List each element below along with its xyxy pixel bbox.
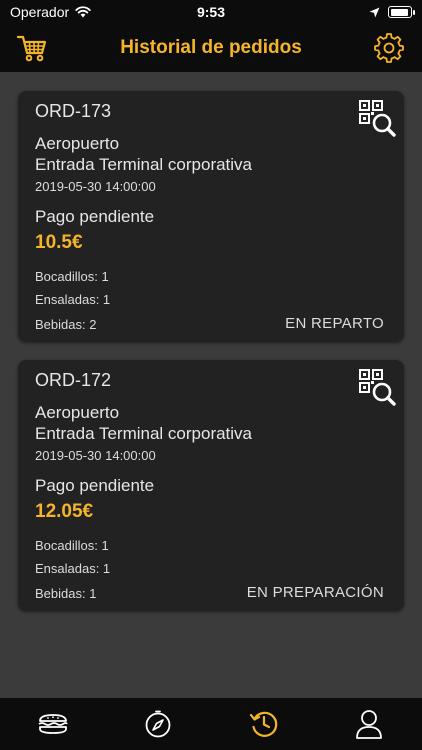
order-price: 10.5€ xyxy=(35,232,83,253)
tab-profile[interactable] xyxy=(349,704,389,744)
order-id: ORD-172 xyxy=(35,370,112,390)
order-item-line: Bocadillos: 1 xyxy=(35,538,109,553)
order-item-line: Bocadillos: 1 xyxy=(35,269,109,284)
tab-history[interactable] xyxy=(244,704,284,744)
order-item-line: Ensaladas: 1 xyxy=(35,292,111,307)
order-place: Aeropuerto xyxy=(35,134,120,153)
order-payment-status: Pago pendiente xyxy=(35,476,155,495)
status-left: Operador xyxy=(10,4,91,20)
carrier-label: Operador xyxy=(10,4,70,20)
qr-search-icon[interactable] xyxy=(358,368,396,406)
nav-bar: Historial de pedidos xyxy=(0,24,422,72)
battery-icon xyxy=(388,6,415,18)
gear-icon[interactable] xyxy=(374,33,404,63)
order-entry: Entrada Terminal corporativa xyxy=(35,424,253,443)
order-delivery-status: EN PREPARACIÓN xyxy=(246,584,384,601)
order-card[interactable]: ORD-173 Aeropuerto Entrada Terminal corp… xyxy=(18,91,404,342)
order-entry: Entrada Terminal corporativa xyxy=(35,155,253,174)
order-id: ORD-173 xyxy=(35,101,112,121)
status-right xyxy=(369,6,415,18)
battery-fill xyxy=(390,8,408,16)
history-icon xyxy=(249,711,278,737)
user-icon xyxy=(356,710,383,739)
qr-search-icon[interactable] xyxy=(358,99,396,137)
page-title: Historial de pedidos xyxy=(120,37,302,58)
tab-bar xyxy=(0,698,422,750)
order-price: 12.05€ xyxy=(35,501,94,522)
location-arrow-icon xyxy=(369,7,380,17)
cart-icon[interactable] xyxy=(16,32,48,64)
order-item-line: Ensaladas: 1 xyxy=(35,561,111,576)
order-item-line: Bebidas: 2 xyxy=(35,317,97,332)
order-datetime: 2019-05-30 14:00:00 xyxy=(35,179,156,194)
wifi-icon xyxy=(75,6,91,18)
compass-icon xyxy=(145,710,171,738)
tab-menu[interactable] xyxy=(33,704,73,744)
order-delivery-status: EN REPARTO xyxy=(285,315,384,332)
order-place: Aeropuerto xyxy=(35,403,120,422)
order-card[interactable]: ORD-172 Aeropuerto Entrada Terminal corp… xyxy=(18,360,404,611)
order-item-line: Bebidas: 1 xyxy=(35,586,97,601)
tab-explore[interactable] xyxy=(138,704,178,744)
sandwich-icon xyxy=(38,714,68,734)
status-bar: Operador 9:53 xyxy=(0,0,422,24)
order-payment-status: Pago pendiente xyxy=(35,207,155,226)
order-datetime: 2019-05-30 14:00:00 xyxy=(35,448,156,463)
